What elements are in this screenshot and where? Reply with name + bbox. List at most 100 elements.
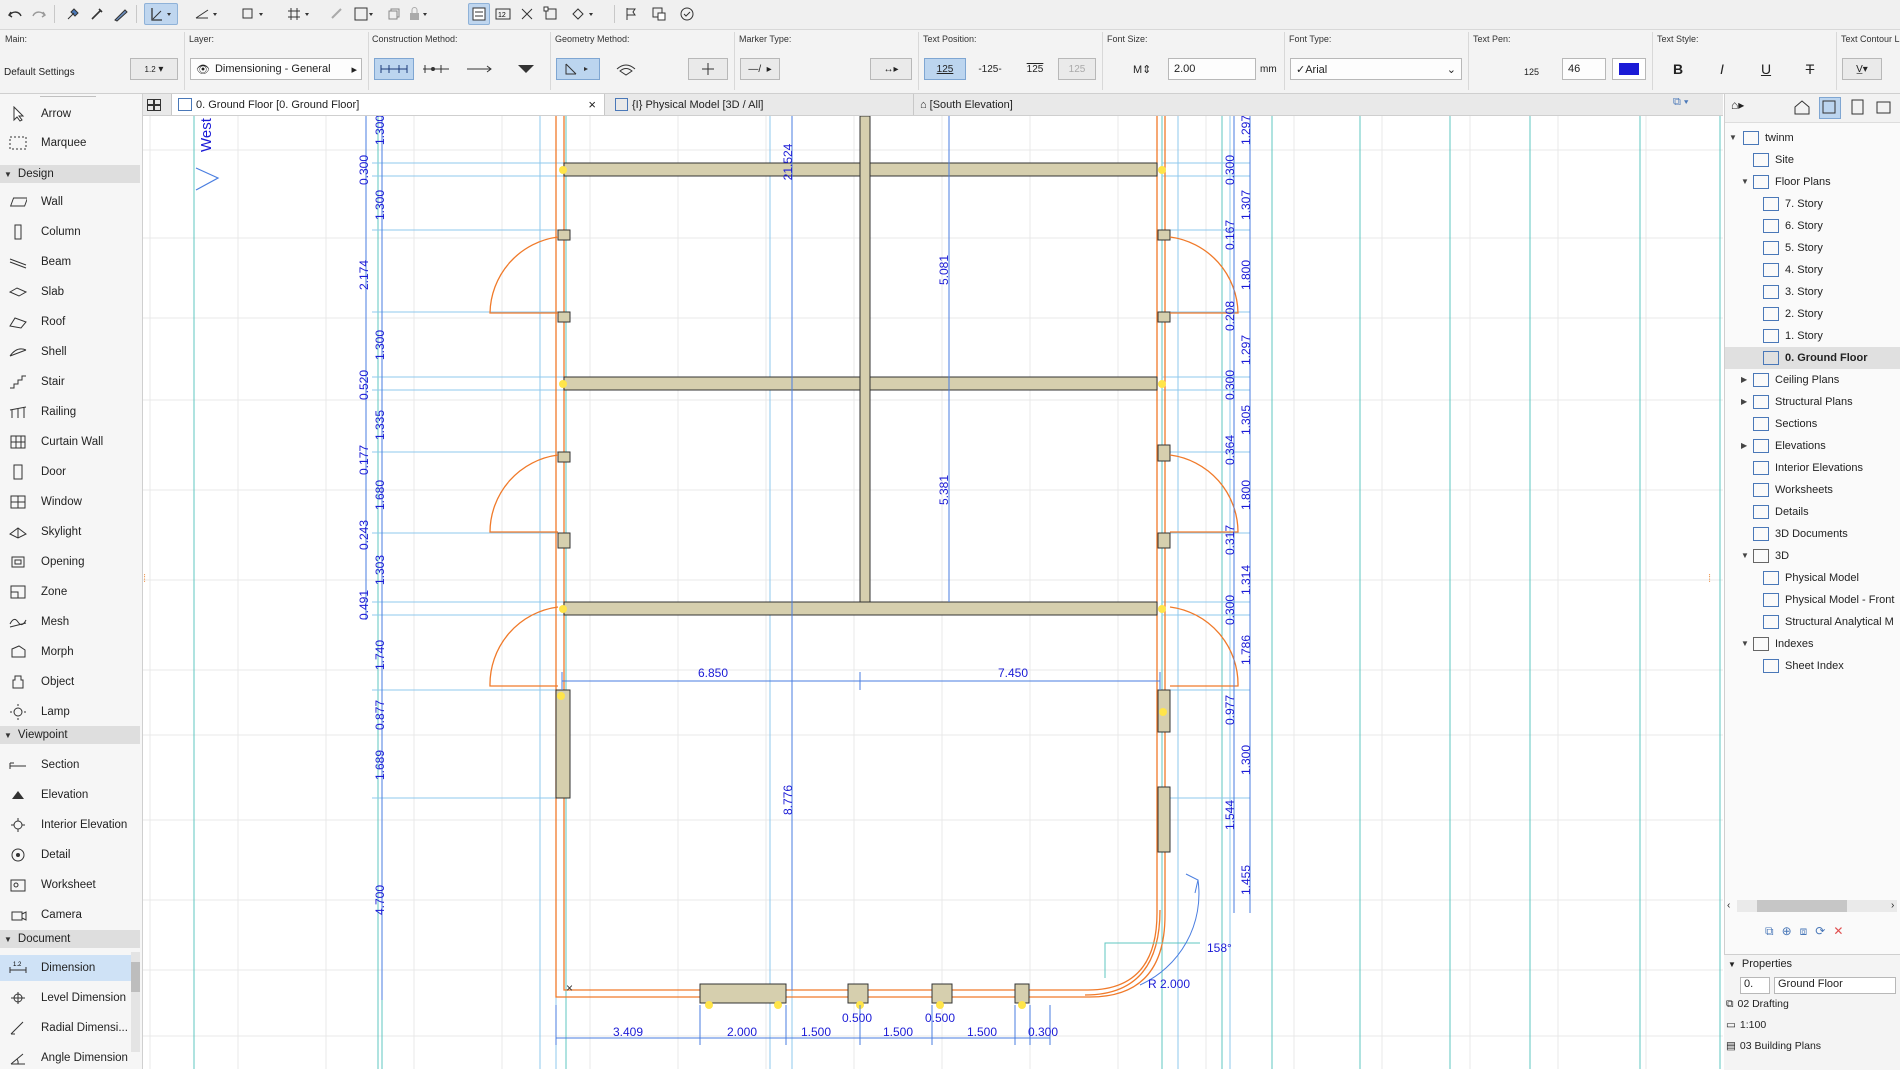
navigator-item-structural-plans[interactable]: Structural Plans bbox=[1753, 391, 1900, 413]
layout-icon[interactable] bbox=[352, 3, 374, 25]
navigator-hscrollbar[interactable] bbox=[1737, 900, 1897, 912]
new-folder-icon[interactable]: ⊕ bbox=[1782, 924, 1792, 944]
floor-plan-drawing[interactable]: West 1.3000.3001.3002.1741.3000.5201.335… bbox=[143, 116, 1723, 1069]
dimension-text-inner[interactable]: 5.381 bbox=[937, 475, 951, 505]
group-viewpoint[interactable]: ▼ Viewpoint bbox=[0, 726, 140, 744]
select-arrow-icon[interactable] bbox=[144, 3, 178, 25]
dimension-text-right[interactable]: 0.300 bbox=[1223, 155, 1237, 185]
dimension-text-left[interactable]: 1.680 bbox=[373, 480, 387, 510]
dimension-text-top[interactable]: 21.524 bbox=[781, 143, 795, 180]
dimension-text-right[interactable]: 1.314 bbox=[1239, 565, 1253, 595]
navigator-item-0[interactable]: Physical Model bbox=[1763, 567, 1900, 589]
tool-morph[interactable]: Morph bbox=[0, 639, 140, 665]
dimension-text-right[interactable]: 1.297 bbox=[1239, 335, 1253, 365]
dimension-text-right[interactable]: 0.364 bbox=[1223, 435, 1237, 465]
publisher-icon[interactable] bbox=[1875, 98, 1895, 118]
dimension-text-right[interactable]: 0.977 bbox=[1223, 695, 1237, 725]
tool-elevation[interactable]: Elevation bbox=[0, 782, 140, 808]
elevation-marker-label[interactable]: West bbox=[198, 117, 215, 152]
tool-railing[interactable]: Railing bbox=[0, 399, 140, 425]
text-pen-input[interactable]: 46 bbox=[1562, 58, 1606, 80]
dimension-text-right[interactable]: 0.317 bbox=[1223, 525, 1237, 555]
navigator-item-3[interactable]: 4. Story bbox=[1763, 259, 1900, 281]
view-map-icon[interactable] bbox=[1819, 97, 1841, 119]
main-scale-button[interactable]: 1.2 ▾ bbox=[130, 58, 178, 80]
interior-walls[interactable] bbox=[555, 116, 1171, 1004]
dimension-text-right[interactable]: 1.800 bbox=[1239, 260, 1253, 290]
tab-ground-floor[interactable]: 0. Ground Floor [0. Ground Floor] × bbox=[171, 94, 605, 115]
tool-level-dimension[interactable]: Level Dimension bbox=[0, 985, 140, 1011]
parameters-icon[interactable] bbox=[468, 3, 490, 25]
strikethrough-button[interactable]: T bbox=[1796, 58, 1824, 80]
tool-arrow[interactable]: Arrow bbox=[0, 101, 140, 127]
dimension-text-bottom[interactable]: 0.500 bbox=[842, 1011, 872, 1025]
group-icon[interactable] bbox=[540, 3, 562, 25]
grid-icon[interactable] bbox=[282, 3, 316, 25]
tool-skylight[interactable]: Skylight bbox=[0, 519, 140, 545]
renovation-icon[interactable] bbox=[648, 3, 670, 25]
tool-stair[interactable]: Stair bbox=[0, 369, 140, 395]
navigator-item-1[interactable]: 6. Story bbox=[1763, 215, 1900, 237]
toolbox-scrollbar[interactable] bbox=[131, 952, 140, 1052]
tool-detail[interactable]: Detail bbox=[0, 842, 140, 868]
collapse-triangle-icon[interactable]: ▼ bbox=[1741, 177, 1749, 186]
navigator-item-sections[interactable]: Sections bbox=[1753, 413, 1900, 435]
tool-beam[interactable]: Beam bbox=[0, 249, 140, 275]
navigator-mode-icon[interactable]: ⌂▸ bbox=[1731, 98, 1761, 118]
properties-header[interactable]: ▼ Properties bbox=[1728, 958, 1792, 970]
tool-worksheet[interactable]: Worksheet bbox=[0, 872, 140, 898]
settings-icon[interactable]: ⟳ bbox=[1815, 924, 1825, 944]
dimension-text-bottom[interactable]: 2.000 bbox=[727, 1025, 757, 1039]
snap-guide-icon[interactable] bbox=[190, 3, 224, 25]
text-pen-color-swatch[interactable] bbox=[1612, 58, 1646, 80]
dimension-text-left[interactable]: 2.174 bbox=[357, 260, 371, 290]
navigator-item-site[interactable]: Site bbox=[1753, 149, 1900, 171]
inject-icon[interactable] bbox=[110, 3, 132, 25]
dimension-text-right[interactable]: 0.300 bbox=[1223, 370, 1237, 400]
story-id-input[interactable]: 0. bbox=[1740, 977, 1770, 994]
navigator-item-indexes[interactable]: Indexes bbox=[1753, 633, 1900, 655]
view-grid-icon[interactable] bbox=[145, 96, 163, 113]
main-favorites-value[interactable]: Default Settings bbox=[4, 67, 75, 78]
navigator-item-0[interactable]: 7. Story bbox=[1763, 193, 1900, 215]
dimension-text-bottom[interactable]: 0.500 bbox=[925, 1011, 955, 1025]
eyedropper-icon[interactable] bbox=[86, 3, 108, 25]
tool-shell[interactable]: Shell bbox=[0, 339, 140, 365]
tab-south-elevation[interactable]: ⌂ [South Elevation] bbox=[913, 94, 1213, 115]
elevation-marker-triangle[interactable] bbox=[195, 167, 220, 191]
dimension-text-right[interactable]: 0.208 bbox=[1223, 301, 1237, 331]
dimension-text-bottom[interactable]: 1.500 bbox=[801, 1025, 831, 1039]
lock-icon[interactable] bbox=[406, 3, 428, 25]
tab-menu-icon[interactable]: ⧉ ▾ bbox=[1673, 96, 1713, 113]
tool-lamp[interactable]: Lamp bbox=[0, 699, 140, 725]
dimension-text-right[interactable]: 1.455 bbox=[1239, 865, 1253, 895]
dimension-text-left[interactable]: 0.520 bbox=[357, 370, 371, 400]
dimension-text-left[interactable]: 1.303 bbox=[373, 555, 387, 585]
dimension-text-left[interactable]: 0.243 bbox=[357, 520, 371, 550]
new-view-icon[interactable]: ⧉ bbox=[1765, 924, 1774, 944]
geometry-method-button[interactable] bbox=[556, 58, 600, 80]
font-type-dropdown[interactable]: ✓Arial ⌄ bbox=[1290, 58, 1462, 80]
collapse-triangle-icon[interactable]: ▼ bbox=[1741, 639, 1749, 648]
navigator-item-7[interactable]: 0. Ground Floor bbox=[1725, 347, 1900, 369]
layout-book-icon[interactable] bbox=[1849, 98, 1869, 118]
tool-dimension[interactable]: 1.2 Dimension bbox=[0, 955, 140, 981]
project-map-icon[interactable] bbox=[1793, 98, 1813, 118]
dimension-text-right[interactable]: 1.300 bbox=[1239, 745, 1253, 775]
dimension-text-right[interactable]: 1.786 bbox=[1239, 635, 1253, 665]
dimension-text-left[interactable]: 1.689 bbox=[373, 750, 387, 780]
dimension-text-left[interactable]: 4.700 bbox=[373, 885, 387, 915]
dimension-text-left[interactable]: 0.491 bbox=[357, 590, 371, 620]
tool-window[interactable]: Window bbox=[0, 489, 140, 515]
linear-dimension-button[interactable] bbox=[374, 58, 414, 80]
navigator-item-1[interactable]: Physical Model - Front bbox=[1763, 589, 1900, 611]
dimension-text-right[interactable]: 0.167 bbox=[1223, 220, 1237, 250]
navigator-item-project[interactable]: twinm bbox=[1743, 127, 1900, 149]
expand-triangle-icon[interactable]: ▶ bbox=[1741, 441, 1747, 450]
undo-icon[interactable] bbox=[4, 3, 26, 25]
layer-combination-row[interactable]: ⧉ 02 Drafting bbox=[1726, 998, 1789, 1011]
tool-curtain-wall[interactable]: Curtain Wall bbox=[0, 429, 140, 455]
angle-dimension-text[interactable]: 158° bbox=[1207, 941, 1232, 955]
radius-dimension-text[interactable]: R 2.000 bbox=[1148, 977, 1190, 991]
tool-object[interactable]: Object bbox=[0, 669, 140, 695]
